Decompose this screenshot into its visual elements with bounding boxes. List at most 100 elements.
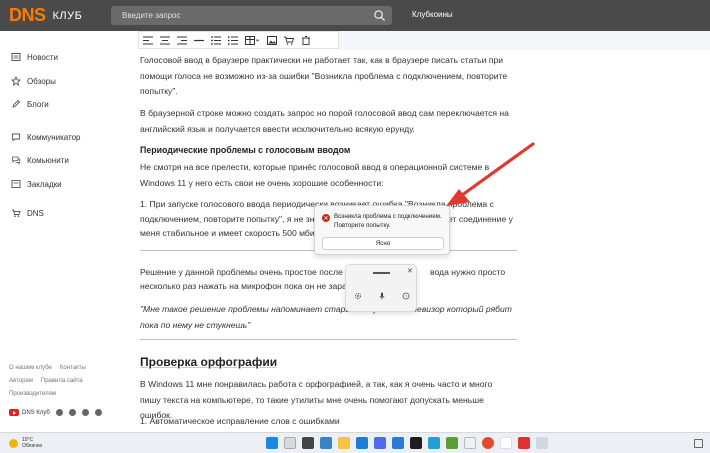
help-icon: ? bbox=[402, 292, 410, 300]
gear-icon bbox=[354, 292, 362, 300]
align-right-button[interactable] bbox=[173, 32, 190, 48]
pencil-icon bbox=[12, 99, 21, 108]
logo-dns-text: DNS bbox=[9, 5, 46, 25]
align-left-button[interactable] bbox=[139, 32, 156, 48]
sidebar-item-blogs[interactable]: Блоги bbox=[11, 99, 49, 109]
sidebar-item-label: Коммуникатор bbox=[27, 132, 81, 142]
screen: DNS КЛУБ Введите запрос Клубкоины Новост… bbox=[0, 0, 710, 453]
system-tray-icon[interactable] bbox=[694, 439, 703, 448]
logo-klub-text: КЛУБ bbox=[52, 9, 83, 22]
footer-links-row-2: Авторам Правила сайта bbox=[9, 378, 83, 384]
section-heading-spelling: Проверка орфографии bbox=[140, 355, 278, 369]
widgets-icon[interactable] bbox=[302, 437, 314, 449]
footer-links-row-1: О нашем клубе Контакты bbox=[9, 365, 86, 371]
sidebar-item-label: Блоги bbox=[27, 99, 49, 109]
weather-condition: Облачно bbox=[22, 443, 43, 449]
app-icon[interactable] bbox=[536, 437, 548, 449]
footer-link-about[interactable]: О нашем клубе bbox=[9, 365, 52, 371]
table-icon bbox=[245, 35, 259, 45]
task-view-icon[interactable] bbox=[284, 437, 296, 449]
cart-icon bbox=[283, 36, 294, 45]
social-icon[interactable] bbox=[94, 409, 102, 416]
bullet-list-button[interactable] bbox=[207, 32, 224, 48]
help-button[interactable]: ? bbox=[400, 290, 412, 302]
sidebar-item-label: Новости bbox=[27, 52, 58, 62]
footer-link-rules[interactable]: Правила сайта bbox=[41, 378, 83, 384]
weather-widget[interactable]: 15°C Облачно bbox=[9, 437, 42, 449]
paragraph-address-bar: В браузерной строке можно создать запрос… bbox=[140, 108, 509, 134]
error-message: Возникла проблема с подключением. Повтор… bbox=[334, 213, 442, 229]
paragraph-browser: Голосовой ввод в браузере практически не… bbox=[140, 55, 508, 96]
telegram-icon[interactable] bbox=[81, 409, 89, 416]
search-input[interactable]: Введите запрос bbox=[111, 6, 392, 25]
file-explorer-icon[interactable] bbox=[338, 437, 350, 449]
footer-link-contacts[interactable]: Контакты bbox=[60, 365, 86, 371]
news-icon bbox=[11, 53, 21, 61]
paragraph-error-line-2-tail: ет соединение у bbox=[448, 214, 513, 224]
section-heading-problems: Периодические проблемы с голосовым вводо… bbox=[140, 145, 351, 155]
app-icon[interactable] bbox=[464, 437, 476, 449]
table-button[interactable] bbox=[241, 32, 263, 48]
product-button[interactable] bbox=[280, 32, 297, 48]
paragraph-intro: Не смотря на все прелести, которые принё… bbox=[140, 162, 490, 188]
sidebar-item-bookmarks[interactable]: Закладки bbox=[11, 179, 62, 189]
edge-browser-icon[interactable] bbox=[356, 437, 368, 449]
vk-icon[interactable] bbox=[55, 409, 63, 416]
windows-taskbar: 15°C Облачно bbox=[0, 432, 710, 453]
chat-app-icon[interactable] bbox=[320, 437, 332, 449]
drag-handle[interactable] bbox=[373, 272, 390, 274]
quote: "Мне такое решение проблемы напоминает с… bbox=[140, 304, 512, 330]
chat-icon bbox=[12, 133, 20, 142]
close-icon[interactable]: ✕ bbox=[407, 267, 413, 275]
footer-link-manufacturers[interactable]: Производителям bbox=[9, 391, 56, 397]
sidebar-item-label: Обзоры bbox=[27, 76, 56, 86]
divider bbox=[140, 339, 517, 340]
app-icon[interactable] bbox=[500, 437, 512, 449]
site-header: DNS КЛУБ Введите запрос Клубкоины bbox=[0, 0, 710, 31]
microphone-button[interactable] bbox=[376, 290, 388, 302]
brand-social-row: DNS Клуб bbox=[9, 409, 102, 416]
settings-button[interactable] bbox=[352, 290, 364, 302]
image-icon bbox=[266, 35, 277, 45]
search-icon[interactable] bbox=[373, 9, 386, 22]
align-center-button[interactable] bbox=[156, 32, 173, 48]
dismiss-button[interactable]: Ясно bbox=[322, 237, 444, 250]
app-icon[interactable] bbox=[446, 437, 458, 449]
sidebar-item-news[interactable]: Новости bbox=[11, 52, 58, 62]
numbered-list-icon bbox=[227, 35, 238, 45]
sun-icon bbox=[9, 438, 18, 448]
search-placeholder: Введите запрос bbox=[122, 11, 181, 20]
telegram-app-icon[interactable] bbox=[428, 437, 440, 449]
paragraph-error-line-3: меня стабильное и имеет скорость 500 мби… bbox=[140, 228, 319, 238]
paragraph-solution-line-1-tail: вода нужно просто bbox=[430, 267, 506, 277]
sidebar-item-reviews[interactable]: Обзоры bbox=[11, 76, 56, 86]
weather-text: 15°C Облачно bbox=[22, 437, 42, 449]
opera-icon[interactable] bbox=[482, 437, 494, 449]
paragraph-autocorrect: 1. Автоматическое исправление слов с оши… bbox=[140, 416, 340, 426]
error-icon: ✕ bbox=[322, 214, 330, 222]
numbered-list-button[interactable] bbox=[224, 32, 241, 48]
footer-link-authors[interactable]: Авторам bbox=[9, 378, 33, 384]
sidebar-item-community[interactable]: Комьюнити bbox=[11, 155, 69, 165]
svg-text:?: ? bbox=[405, 293, 408, 298]
image-button[interactable] bbox=[263, 32, 280, 48]
terminal-icon[interactable] bbox=[410, 437, 422, 449]
sidebar-item-label: Комьюнити bbox=[27, 155, 69, 165]
horizontal-rule-button[interactable] bbox=[190, 32, 207, 48]
star-icon bbox=[11, 76, 21, 86]
start-icon[interactable] bbox=[266, 437, 278, 449]
word-icon[interactable] bbox=[392, 437, 404, 449]
yandex-browser-icon[interactable] bbox=[518, 437, 530, 449]
paragraph-solution-line-2: несколько раз нажать на микрофон пока он… bbox=[140, 281, 352, 291]
youtube-icon[interactable] bbox=[9, 409, 19, 416]
store-icon[interactable] bbox=[374, 437, 386, 449]
site-logo[interactable]: DNS КЛУБ bbox=[9, 0, 82, 31]
bullet-list-icon bbox=[210, 35, 221, 45]
microphone-icon bbox=[379, 292, 385, 300]
sidebar-item-dns[interactable]: DNS bbox=[11, 208, 44, 218]
sidebar-item-communicator[interactable]: Коммуникатор bbox=[11, 132, 81, 142]
klubcoins-link[interactable]: Клубкоины bbox=[412, 10, 453, 19]
delete-button[interactable] bbox=[297, 32, 314, 48]
odnoklassniki-icon[interactable] bbox=[68, 409, 76, 416]
voice-error-popup: ✕ Возникла проблема с подключением. Повт… bbox=[314, 205, 450, 255]
